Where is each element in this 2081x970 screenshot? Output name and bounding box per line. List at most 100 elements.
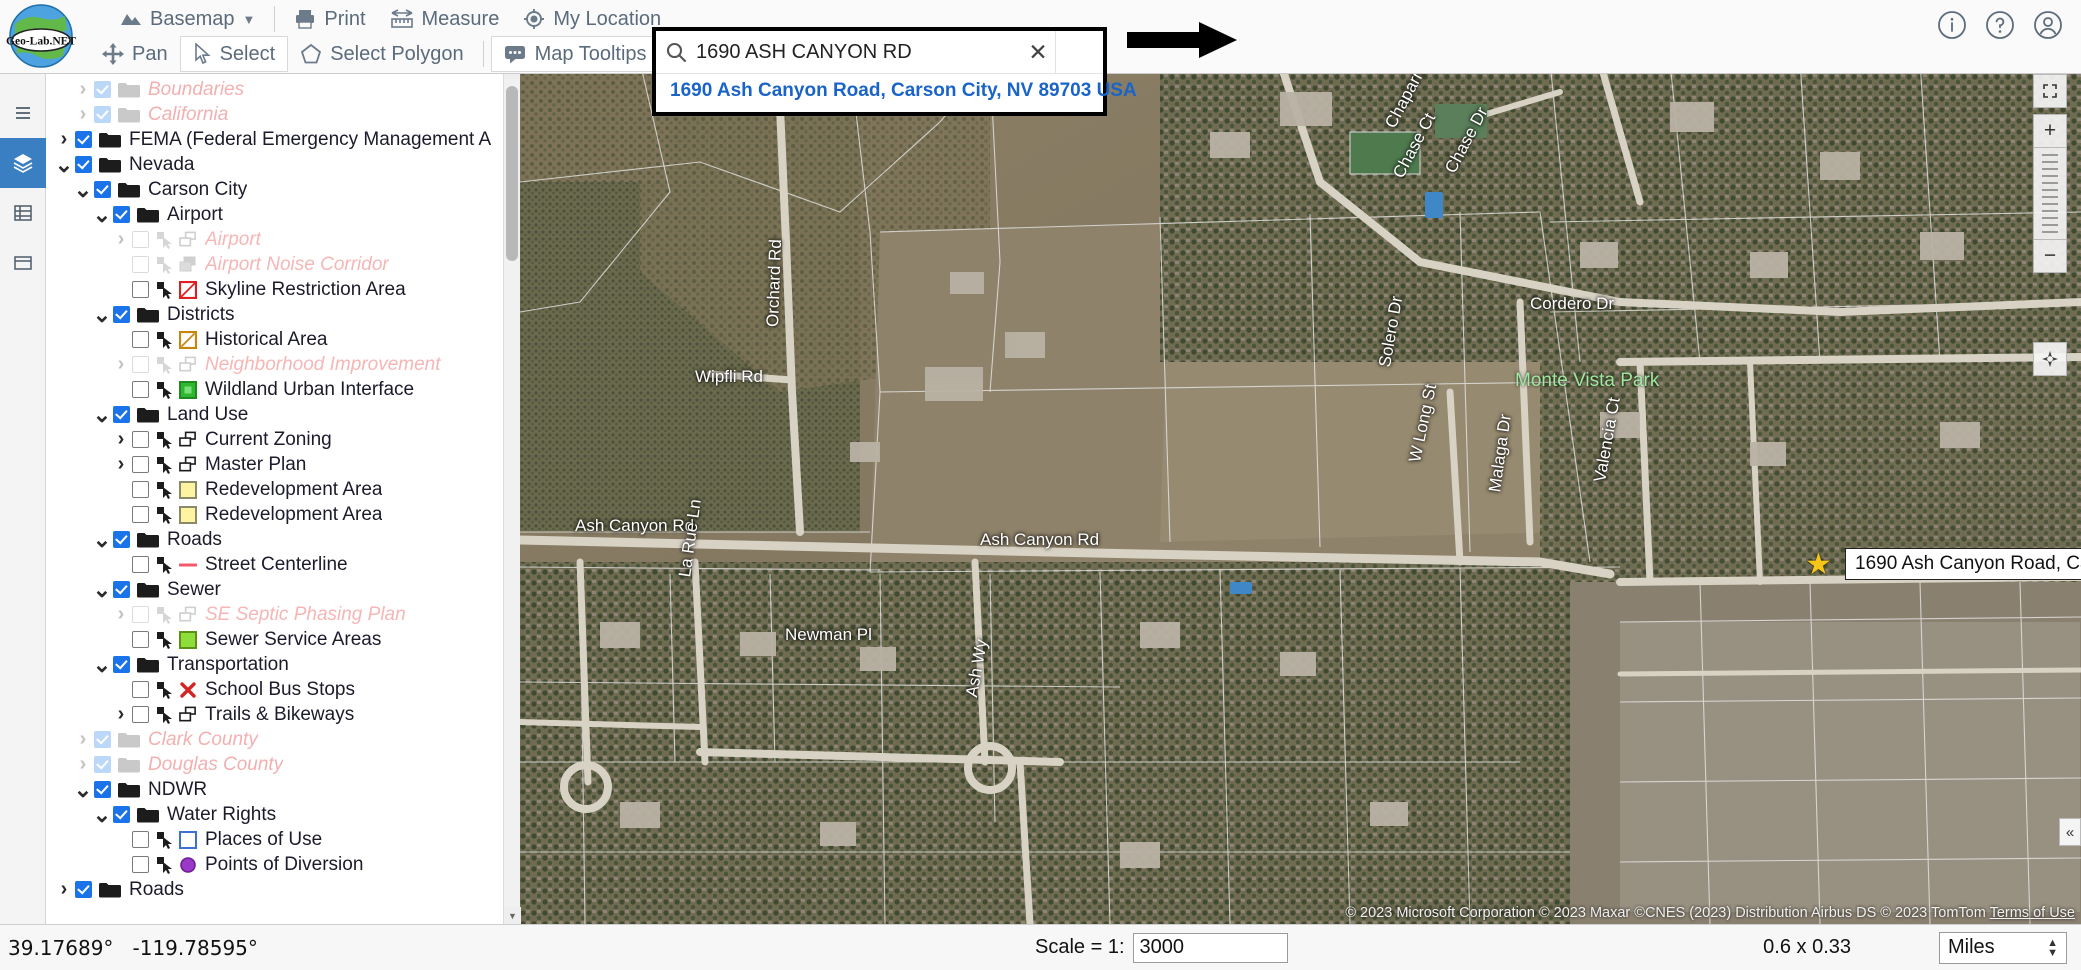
layer-visibility-checkbox[interactable] — [113, 806, 130, 823]
chevron-right-icon[interactable]: › — [72, 103, 94, 126]
print-button[interactable]: Print — [282, 3, 377, 35]
select-feature-icon[interactable] — [156, 681, 174, 699]
fullscreen-icon[interactable] — [2033, 74, 2067, 108]
layer-tree-item[interactable]: › SE Septic Phasing Plan — [47, 602, 519, 627]
layer-visibility-checkbox[interactable] — [94, 781, 111, 798]
select-feature-icon[interactable] — [156, 331, 174, 349]
select-feature-icon[interactable] — [156, 831, 174, 849]
layer-visibility-checkbox[interactable] — [132, 831, 149, 848]
select-feature-icon[interactable] — [156, 706, 174, 724]
layer-visibility-checkbox[interactable] — [132, 231, 149, 248]
layer-tree-item[interactable]: › Trails & Bikeways — [47, 702, 519, 727]
basemap-button[interactable]: Basemap ▼ — [108, 3, 267, 35]
layer-tree-item[interactable]: ›Airport Noise Corridor — [47, 252, 519, 277]
zoom-in-button[interactable]: + — [2033, 114, 2067, 148]
layer-tree-folder[interactable]: ⌄ Carson City — [47, 177, 519, 203]
select-feature-icon[interactable] — [156, 431, 174, 449]
layer-visibility-checkbox[interactable] — [132, 381, 149, 398]
layer-tree-item[interactable]: ›School Bus Stops — [47, 677, 519, 702]
chevron-down-icon[interactable]: ⌄ — [91, 802, 113, 828]
chevron-down-icon[interactable]: ⌄ — [91, 202, 113, 228]
chevron-down-icon[interactable]: ⌄ — [91, 402, 113, 428]
map-fullscreen-button[interactable] — [2033, 74, 2067, 108]
chevron-right-icon[interactable]: › — [72, 728, 94, 751]
scroll-down-arrow[interactable]: ▼ — [504, 907, 521, 924]
layer-visibility-checkbox[interactable] — [132, 456, 149, 473]
info-icon[interactable] — [1937, 10, 1967, 45]
chevron-right-icon[interactable]: › — [72, 78, 94, 101]
units-select[interactable]: Miles ▲ ▼ — [1939, 931, 2067, 964]
select-feature-icon[interactable] — [156, 231, 174, 249]
search-suggestion-item[interactable]: 1690 Ash Canyon Road, Carson City, NV 89… — [656, 77, 1137, 105]
chevron-right-icon[interactable]: › — [110, 428, 132, 451]
select-feature-icon[interactable] — [156, 556, 174, 574]
layer-tree-folder[interactable]: › California — [47, 102, 519, 127]
scale-control[interactable]: Scale = 1: — [1035, 932, 1288, 963]
scale-input[interactable] — [1132, 932, 1288, 963]
sidebar-toggle-legend[interactable] — [0, 238, 46, 288]
search-options-button[interactable] — [1055, 31, 1103, 73]
layer-tree-item[interactable]: ›Street Centerline — [47, 552, 519, 577]
compass-icon[interactable] — [2033, 342, 2067, 376]
layer-visibility-checkbox[interactable] — [113, 531, 130, 548]
layer-visibility-checkbox[interactable] — [132, 331, 149, 348]
map-panel-collapse-button[interactable]: « — [2059, 818, 2081, 846]
select-feature-icon[interactable] — [156, 606, 174, 624]
layer-visibility-checkbox[interactable] — [132, 856, 149, 873]
chevron-down-icon[interactable]: ⌄ — [72, 777, 94, 803]
layer-visibility-checkbox[interactable] — [132, 556, 149, 573]
layer-tree-item[interactable]: ›Places of Use — [47, 827, 519, 852]
layer-visibility-checkbox[interactable] — [132, 631, 149, 648]
layer-visibility-checkbox[interactable] — [132, 506, 149, 523]
layer-visibility-checkbox[interactable] — [132, 356, 149, 373]
chevron-down-icon[interactable]: ⌄ — [72, 177, 94, 203]
chevron-down-icon[interactable]: ⌄ — [91, 577, 113, 603]
search-suggestions-list[interactable]: 1690 Ash Canyon Road, Carson City, NV 89… — [656, 73, 1137, 112]
layer-tree-item[interactable]: ›Redevelopment Area — [47, 477, 519, 502]
layer-tree-folder[interactable]: ⌄ Nevada — [47, 152, 519, 177]
address-search-box[interactable]: ✕ 1690 Ash Canyon Road, Carson City, NV … — [652, 27, 1137, 116]
layer-tree-folder[interactable]: › Roads — [47, 877, 519, 902]
chevron-right-icon[interactable]: › — [53, 878, 75, 901]
select-feature-icon[interactable] — [156, 856, 174, 874]
chevron-down-icon[interactable]: ▼ — [243, 12, 256, 27]
map-tooltips-button[interactable]: Map Tooltips — [490, 36, 660, 72]
layer-visibility-checkbox[interactable] — [94, 181, 111, 198]
layer-tree-item[interactable]: › Current Zoning — [47, 427, 519, 452]
layer-tree-folder[interactable]: ⌄ Land Use — [47, 402, 519, 428]
layer-tree-folder[interactable]: ⌄ Roads — [47, 527, 519, 552]
layer-visibility-checkbox[interactable] — [132, 431, 149, 448]
layer-visibility-checkbox[interactable] — [113, 406, 130, 423]
layer-visibility-checkbox[interactable] — [113, 306, 130, 323]
chevron-right-icon[interactable]: › — [110, 353, 132, 376]
layer-tree-folder[interactable]: › Clark County — [47, 727, 519, 752]
select-feature-icon[interactable] — [156, 481, 174, 499]
chevron-updown-icon[interactable]: ▲ ▼ — [2047, 937, 2058, 958]
sidebar-toggle-menu[interactable] — [0, 88, 46, 138]
map-zoom-controls[interactable]: + − — [2033, 114, 2067, 273]
search-input[interactable] — [696, 40, 1021, 64]
layer-visibility-checkbox[interactable] — [94, 731, 111, 748]
layer-tree-folder[interactable]: › Boundaries — [47, 77, 519, 102]
map-compass-button[interactable] — [2033, 342, 2067, 376]
layer-tree-folder[interactable]: ⌄ Sewer — [47, 577, 519, 603]
sidebar-toggle-table[interactable] — [0, 188, 46, 238]
chevron-right-icon[interactable]: › — [53, 128, 75, 151]
select-polygon-button[interactable]: Select Polygon — [288, 38, 475, 70]
map-canvas[interactable]: Chaparral Dr Chase Ct Chase Dr Orchard Rd Wi… — [520, 62, 2081, 924]
layer-tree-item[interactable]: › Airport — [47, 227, 519, 252]
account-icon[interactable] — [2033, 10, 2063, 45]
select-button[interactable]: Select — [179, 36, 289, 72]
select-feature-icon[interactable] — [156, 381, 174, 399]
select-feature-icon[interactable] — [156, 456, 174, 474]
layer-tree-item[interactable]: › Master Plan — [47, 452, 519, 477]
layer-visibility-checkbox[interactable] — [75, 156, 92, 173]
layer-tree-folder[interactable]: ⌄ NDWR — [47, 777, 519, 803]
layer-tree-folder[interactable]: › Douglas County — [47, 752, 519, 777]
scrollbar-thumb[interactable] — [506, 86, 518, 261]
pan-button[interactable]: Pan — [90, 38, 180, 70]
chevron-right-icon[interactable]: › — [72, 753, 94, 776]
layer-visibility-checkbox[interactable] — [75, 881, 92, 898]
measure-button[interactable]: Measure — [378, 3, 512, 35]
layer-visibility-checkbox[interactable] — [132, 706, 149, 723]
